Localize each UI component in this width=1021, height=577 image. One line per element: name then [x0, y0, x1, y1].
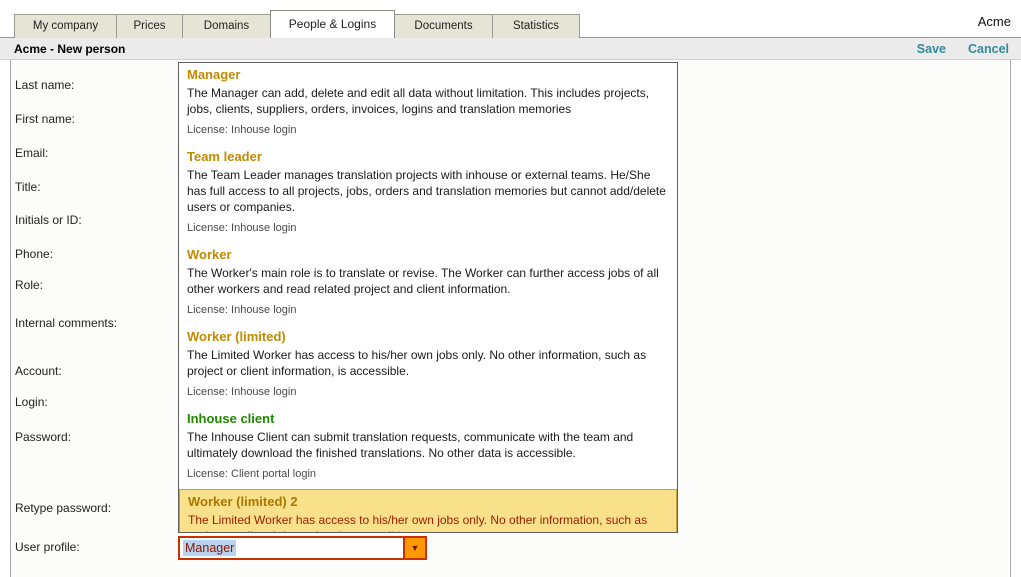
tab-bar: My company Prices Domains People & Login… [14, 10, 579, 38]
form-label-role: Role: [15, 278, 43, 292]
option-license: License: Inhouse login [187, 222, 669, 241]
option-title: Manager [187, 67, 669, 83]
profile-option-inhouse-client[interactable]: Inhouse client The Inhouse Client can su… [179, 407, 677, 489]
option-title: Team leader [187, 149, 669, 165]
page-title: Acme - New person [14, 42, 125, 56]
tab-statistics[interactable]: Statistics [492, 14, 580, 38]
option-description: The Team Leader manages translation proj… [187, 167, 669, 215]
header-bar: Acme - New person Save Cancel [0, 37, 1021, 60]
tab-prices[interactable]: Prices [116, 14, 183, 38]
save-button[interactable]: Save [917, 42, 946, 56]
form-label-user-profile: User profile: [15, 540, 80, 554]
option-license: License: Inhouse login [187, 304, 669, 323]
form-label-phone: Phone: [15, 247, 53, 261]
option-license: License: Client portal login [187, 468, 669, 487]
option-description: The Limited Worker has access to his/her… [188, 512, 668, 533]
profile-options-popup: Manager The Manager can add, delete and … [178, 62, 678, 533]
option-description: The Limited Worker has access to his/her… [187, 347, 669, 379]
profile-option-team-leader[interactable]: Team leader The Team Leader manages tran… [179, 145, 677, 243]
form-label-retype-password: Retype password: [15, 501, 111, 515]
tab-documents[interactable]: Documents [394, 14, 493, 38]
option-title: Inhouse client [187, 411, 669, 427]
option-license: License: Inhouse login [187, 124, 669, 143]
form-label-first-name: First name: [15, 112, 75, 126]
cancel-button[interactable]: Cancel [968, 42, 1009, 56]
user-profile-combobox[interactable]: Manager ▼ [178, 536, 427, 560]
profile-option-worker-limited-2[interactable]: Worker (limited) 2 The Limited Worker ha… [179, 489, 677, 533]
profile-dropdown-button[interactable]: ▼ [403, 538, 425, 558]
combobox-selected-value: Manager [183, 540, 236, 556]
form-label-internal-comments: Internal comments: [15, 316, 117, 330]
form-label-last-name: Last name: [15, 78, 74, 92]
option-description: The Manager can add, delete and edit all… [187, 85, 669, 117]
form-label-email: Email: [15, 146, 48, 160]
form-label-login: Login: [15, 395, 48, 409]
option-title: Worker [187, 247, 669, 263]
form-label-account: Account: [15, 364, 62, 378]
form-label-password: Password: [15, 430, 71, 444]
form-label-title: Title: [15, 180, 41, 194]
option-title: Worker (limited) [187, 329, 669, 345]
header-actions: Save Cancel [917, 42, 1009, 56]
tab-my-company[interactable]: My company [14, 14, 117, 38]
people-logins-screen: My company Prices Domains People & Login… [0, 0, 1021, 577]
profile-option-worker-limited[interactable]: Worker (limited) The Limited Worker has … [179, 325, 677, 407]
option-description: The Inhouse Client can submit translatio… [187, 429, 669, 461]
profile-option-worker[interactable]: Worker The Worker's main role is to tran… [179, 243, 677, 325]
tab-people-logins[interactable]: People & Logins [270, 10, 395, 38]
dropdown-arrow-icon: ▼ [411, 544, 420, 553]
option-license: License: Inhouse login [187, 386, 669, 405]
account-label: Acme [978, 14, 1011, 29]
profile-option-manager[interactable]: Manager The Manager can add, delete and … [179, 63, 677, 145]
form-label-initials-or-id: Initials or ID: [15, 213, 82, 227]
tab-domains[interactable]: Domains [182, 14, 271, 38]
option-title: Worker (limited) 2 [188, 494, 668, 510]
option-description: The Worker's main role is to translate o… [187, 265, 669, 297]
